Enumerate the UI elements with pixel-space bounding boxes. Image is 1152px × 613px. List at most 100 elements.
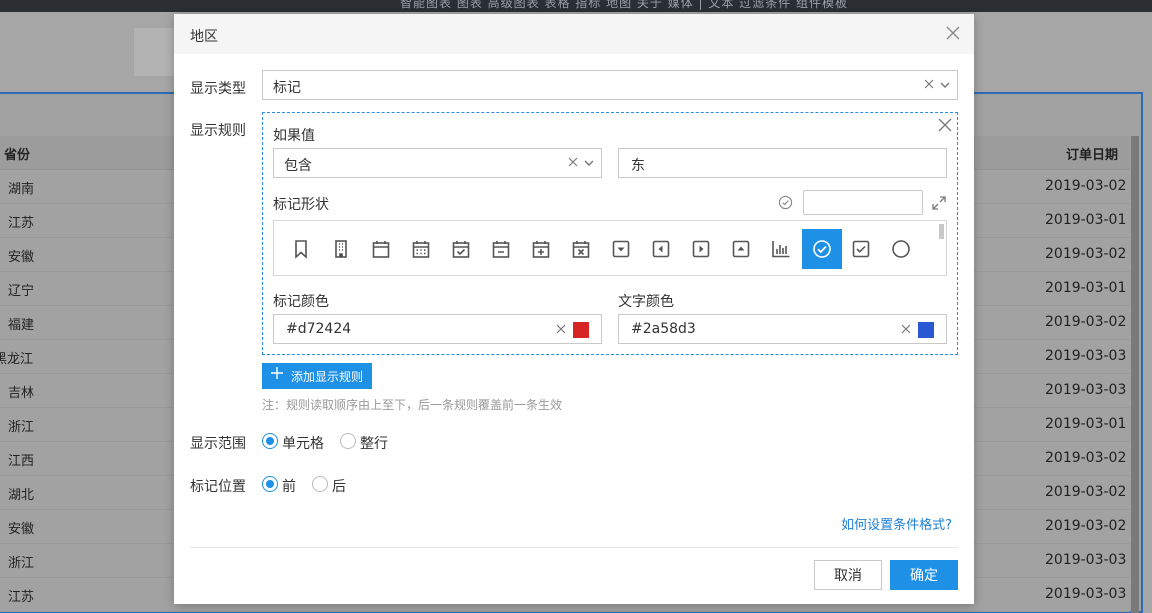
- shape-check-circle-selected[interactable]: [802, 229, 842, 269]
- expand-icon[interactable]: [932, 196, 946, 210]
- order-date-cell: 2019-03-02: [1045, 484, 1127, 500]
- display-type-label: 显示类型: [190, 81, 246, 97]
- remove-rule-icon[interactable]: [938, 118, 952, 132]
- calendar-minus-icon: [492, 241, 510, 258]
- shape-label: 标记形状: [273, 197, 329, 213]
- compare-value: 东: [631, 158, 645, 174]
- chevron-down-icon[interactable]: [939, 79, 951, 91]
- position-before-radio[interactable]: [262, 476, 278, 492]
- text-color-swatch[interactable]: [918, 322, 934, 338]
- check-circle-icon: [813, 240, 831, 258]
- compare-value-input[interactable]: 东: [618, 148, 947, 178]
- shape-circle[interactable]: [882, 230, 920, 268]
- display-rule-card: 如果值 包含 东 标记形状 标记颜色 #d72424 文字颜色 #2a58d3: [262, 112, 958, 355]
- province-cell: 吉林: [8, 386, 35, 401]
- table-scrollbar[interactable]: [1131, 136, 1139, 613]
- display-type-value: 标记: [273, 80, 301, 96]
- mark-position-label: 标记位置: [190, 479, 246, 495]
- shape-calendar-minus[interactable]: [482, 230, 520, 268]
- display-type-select[interactable]: 标记: [262, 70, 958, 100]
- calendar-grid-icon: [412, 241, 430, 258]
- shape-caret-square-down[interactable]: [602, 230, 640, 268]
- caret-square-right-icon: [692, 240, 710, 258]
- shape-calendar-grid[interactable]: [402, 230, 440, 268]
- position-after-radio[interactable]: [312, 476, 328, 492]
- position-before-label[interactable]: 前: [282, 476, 296, 496]
- range-row-radio[interactable]: [340, 433, 356, 449]
- operator-select[interactable]: 包含: [273, 148, 602, 178]
- province-cell: 湖南: [8, 182, 35, 197]
- range-cell-label[interactable]: 单元格: [282, 433, 324, 453]
- close-icon[interactable]: [946, 26, 960, 40]
- footer-divider: [190, 547, 958, 548]
- bar-chart-icon: [772, 241, 790, 258]
- conditional-format-help-link[interactable]: 如何设置条件格式?: [841, 514, 952, 533]
- shape-bar-chart[interactable]: [762, 230, 800, 268]
- caret-square-down-icon: [612, 240, 630, 258]
- order-date-cell: 2019-03-02: [1045, 314, 1127, 330]
- app-top-menu-bar: 智能图表 图表 高级图表 表格 指标 地图 关于 媒体 | 文本 过滤条件 组件…: [0, 0, 1152, 12]
- display-rule-label: 显示规则: [190, 123, 246, 139]
- range-row-label[interactable]: 整行: [360, 433, 388, 453]
- province-cell: 江西: [8, 454, 35, 469]
- shape-search-input[interactable]: [803, 190, 923, 215]
- check-square-icon: [852, 240, 870, 258]
- order-date-cell: 2019-03-02: [1045, 178, 1127, 194]
- shape-caret-square-up[interactable]: [722, 230, 760, 268]
- shape-calendar[interactable]: [362, 230, 400, 268]
- shape-bookmark[interactable]: [282, 230, 320, 268]
- app-top-menu[interactable]: 智能图表 图表 高级图表 表格 指标 地图 关于 媒体 | 文本 过滤条件 组件…: [400, 0, 848, 11]
- caret-square-left-icon: [652, 240, 670, 258]
- clear-icon[interactable]: [924, 79, 934, 89]
- display-range-label: 显示范围: [190, 436, 246, 452]
- text-color-input[interactable]: #2a58d3: [618, 314, 947, 344]
- calendar-x-icon: [572, 241, 590, 258]
- column-header-order-date: 订单日期: [1066, 148, 1119, 163]
- add-display-rule-button[interactable]: 添加显示规则: [262, 363, 372, 389]
- calendar-plus-icon: [532, 241, 550, 258]
- text-color-value: #2a58d3: [631, 321, 696, 337]
- clear-icon[interactable]: [568, 157, 578, 167]
- clear-icon[interactable]: [901, 324, 911, 334]
- province-cell: 浙江: [8, 420, 35, 435]
- province-cell: 安徽: [8, 522, 35, 537]
- shape-picker: [273, 220, 947, 276]
- dialog-title: 地区: [190, 29, 218, 45]
- order-date-cell: 2019-03-02: [1045, 450, 1127, 466]
- order-date-cell: 2019-03-02: [1045, 246, 1127, 262]
- confirm-button[interactable]: 确定: [890, 560, 958, 590]
- circle-icon: [892, 240, 910, 258]
- mark-color-swatch[interactable]: [573, 322, 589, 338]
- order-date-cell: 2019-03-01: [1045, 212, 1127, 228]
- building-icon: [335, 240, 347, 258]
- shape-caret-square-right[interactable]: [682, 230, 720, 268]
- condition-label: 如果值: [273, 128, 315, 144]
- chevron-down-icon[interactable]: [583, 157, 595, 169]
- shape-building[interactable]: [322, 230, 360, 268]
- shape-calendar-check[interactable]: [442, 230, 480, 268]
- mark-color-input[interactable]: #d72424: [273, 314, 602, 344]
- check-circle-small-icon: [778, 195, 793, 210]
- shape-calendar-x[interactable]: [562, 230, 600, 268]
- shape-check-square[interactable]: [842, 230, 880, 268]
- calendar-check-icon: [452, 241, 470, 258]
- position-after-label[interactable]: 后: [332, 476, 346, 496]
- caret-square-up-icon: [732, 240, 750, 258]
- order-date-cell: 2019-03-01: [1045, 280, 1127, 296]
- dialog-header: 地区: [174, 14, 974, 54]
- operator-value: 包含: [284, 158, 312, 174]
- order-date-cell: 2019-03-01: [1045, 416, 1127, 432]
- cancel-button[interactable]: 取消: [814, 560, 882, 590]
- province-cell: 安徽: [8, 250, 35, 265]
- plus-icon: [271, 367, 283, 379]
- mark-color-value: #d72424: [286, 321, 352, 337]
- bookmark-icon: [295, 240, 307, 259]
- shape-caret-square-left[interactable]: [642, 230, 680, 268]
- range-cell-radio[interactable]: [262, 433, 278, 449]
- shape-calendar-plus[interactable]: [522, 230, 560, 268]
- clear-icon[interactable]: [556, 324, 566, 334]
- province-cell: 辽宁: [8, 284, 35, 299]
- province-cell: 浙江: [8, 556, 35, 571]
- text-color-label: 文字颜色: [618, 294, 674, 310]
- shape-picker-scrollbar[interactable]: [939, 224, 944, 239]
